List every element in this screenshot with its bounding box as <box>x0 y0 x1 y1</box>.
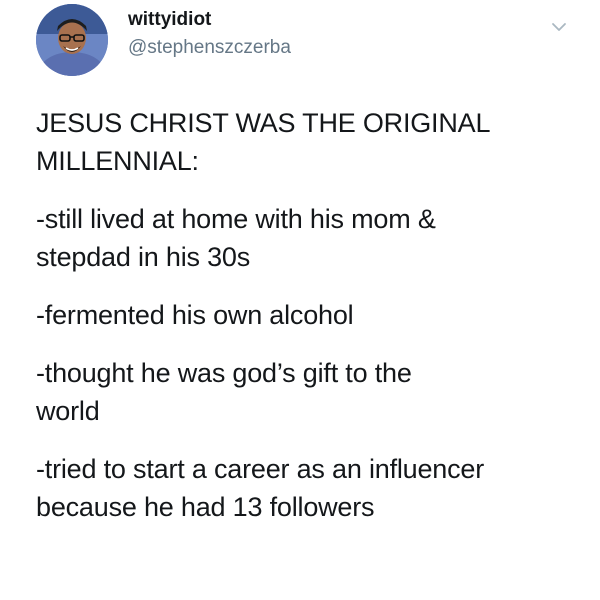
avatar[interactable] <box>36 4 108 76</box>
chevron-down-icon[interactable] <box>550 18 568 36</box>
profile-photo-avatar-icon <box>36 4 108 76</box>
tweet-line: -thought he was god’s gift to the <box>36 358 412 388</box>
tweet-paragraph: -still lived at home with his mom & step… <box>36 200 576 276</box>
tweet-line: -still lived at home with his mom & <box>36 204 436 234</box>
tweet-paragraph: -tried to start a career as an influence… <box>36 450 576 526</box>
tweet-card: wittyidiot @stephenszczerba JESUS CHRIST… <box>0 0 600 600</box>
tweet-line: JESUS CHRIST WAS THE ORIGINAL <box>36 108 491 138</box>
tweet-line: -fermented his own alcohol <box>36 300 354 330</box>
user-handle[interactable]: @stephenszczerba <box>128 36 291 60</box>
tweet-line: world <box>36 396 100 426</box>
user-identity: wittyidiot @stephenszczerba <box>128 8 291 60</box>
tweet-text: JESUS CHRIST WAS THE ORIGINAL MILLENNIAL… <box>36 104 576 546</box>
tweet-paragraph: JESUS CHRIST WAS THE ORIGINAL MILLENNIAL… <box>36 104 576 180</box>
tweet-line: -tried to start a career as an influence… <box>36 454 485 484</box>
tweet-line: because he had 13 followers <box>36 492 375 522</box>
display-name[interactable]: wittyidiot <box>128 8 291 32</box>
tweet-paragraph: -thought he was god’s gift to the world <box>36 354 576 430</box>
tweet-line: stepdad in his 30s <box>36 242 251 272</box>
tweet-paragraph: -fermented his own alcohol <box>36 296 576 334</box>
tweet-line: MILLENNIAL: <box>36 146 199 176</box>
tweet-header: wittyidiot @stephenszczerba <box>36 4 576 80</box>
